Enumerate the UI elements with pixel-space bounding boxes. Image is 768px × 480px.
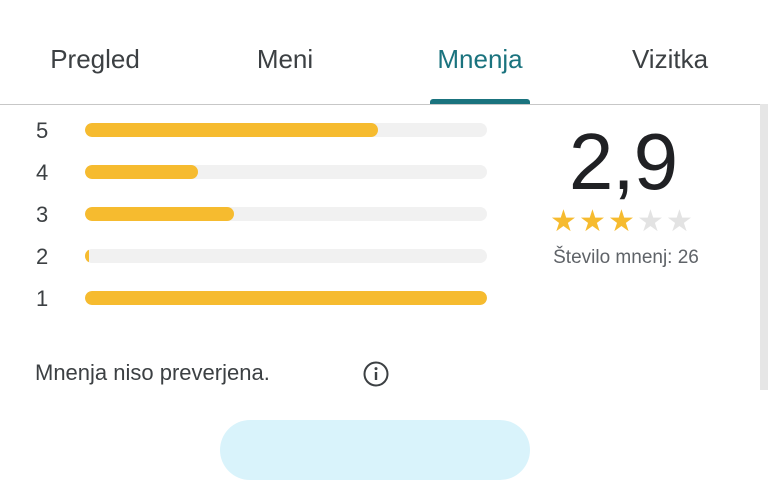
rating-row-5[interactable]: 5 bbox=[36, 118, 496, 143]
tab-pregled[interactable]: Pregled bbox=[36, 44, 154, 104]
average-rating: 2,9 bbox=[568, 117, 678, 206]
tab-label: Vizitka bbox=[631, 44, 709, 74]
tab-label: Meni bbox=[256, 44, 314, 74]
divider bbox=[0, 104, 760, 105]
rating-bar-fill bbox=[85, 249, 90, 263]
rating-bar-track bbox=[85, 207, 487, 221]
star-icon: ★ bbox=[666, 205, 693, 238]
rating-row-label: 1 bbox=[36, 286, 49, 311]
rating-row-3[interactable]: 3 bbox=[36, 202, 496, 227]
star-icon: ★ bbox=[637, 205, 664, 238]
rating-bar-fill bbox=[85, 291, 487, 305]
star-rating: ★★★★★ bbox=[549, 206, 701, 238]
rating-row-label: 5 bbox=[36, 118, 49, 143]
rating-row-4[interactable]: 4 bbox=[36, 160, 496, 185]
star-icon: ★ bbox=[579, 205, 606, 238]
tab-label: Mnenja bbox=[437, 44, 523, 74]
tab-bar: Pregled Meni Mnenja Vizitka bbox=[0, 0, 768, 104]
rating-bar-fill bbox=[85, 207, 234, 221]
rating-row-label: 2 bbox=[36, 244, 49, 269]
star-icon: ★ bbox=[550, 205, 577, 238]
tab-meni[interactable]: Meni bbox=[240, 44, 330, 104]
rating-bar-fill bbox=[85, 123, 379, 137]
rating-row-label: 4 bbox=[36, 160, 49, 185]
rating-bar-fill bbox=[85, 165, 198, 179]
write-review-button[interactable] bbox=[220, 420, 530, 480]
tab-label: Pregled bbox=[50, 44, 140, 74]
rating-row-2[interactable]: 2 bbox=[36, 244, 496, 269]
rating-bar-track bbox=[85, 249, 487, 263]
rating-bar-track bbox=[85, 123, 487, 137]
rating-bar-track bbox=[85, 165, 487, 179]
rating-row-label: 3 bbox=[36, 202, 49, 227]
scrollbar[interactable] bbox=[760, 104, 768, 390]
review-count: Število mnenj: 26 bbox=[553, 247, 699, 268]
info-icon[interactable] bbox=[362, 360, 390, 388]
star-icon: ★ bbox=[608, 205, 635, 238]
tab-mnenja[interactable]: Mnenja bbox=[430, 44, 530, 104]
unverified-note: Mnenja niso preverjena. bbox=[35, 360, 270, 385]
rating-bar-track bbox=[85, 291, 487, 305]
tab-vizitka[interactable]: Vizitka bbox=[620, 44, 720, 104]
rating-row-1[interactable]: 1 bbox=[36, 286, 496, 311]
